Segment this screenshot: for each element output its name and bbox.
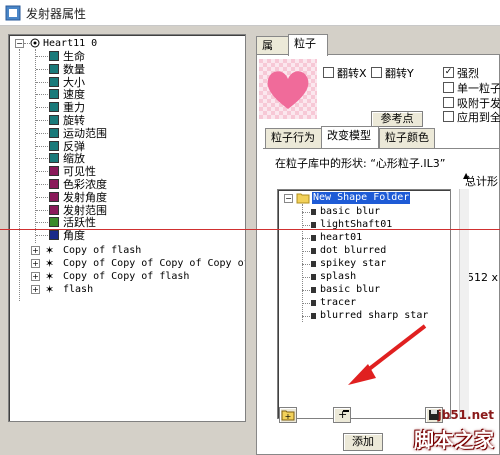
watermark-url: jb51.net bbox=[437, 408, 494, 422]
annotation-arrow bbox=[348, 324, 427, 385]
watermark-name: 脚本之家 bbox=[414, 428, 494, 452]
watermark: jb51.net 脚本之家 bbox=[388, 408, 496, 452]
annotation-line bbox=[0, 229, 500, 230]
